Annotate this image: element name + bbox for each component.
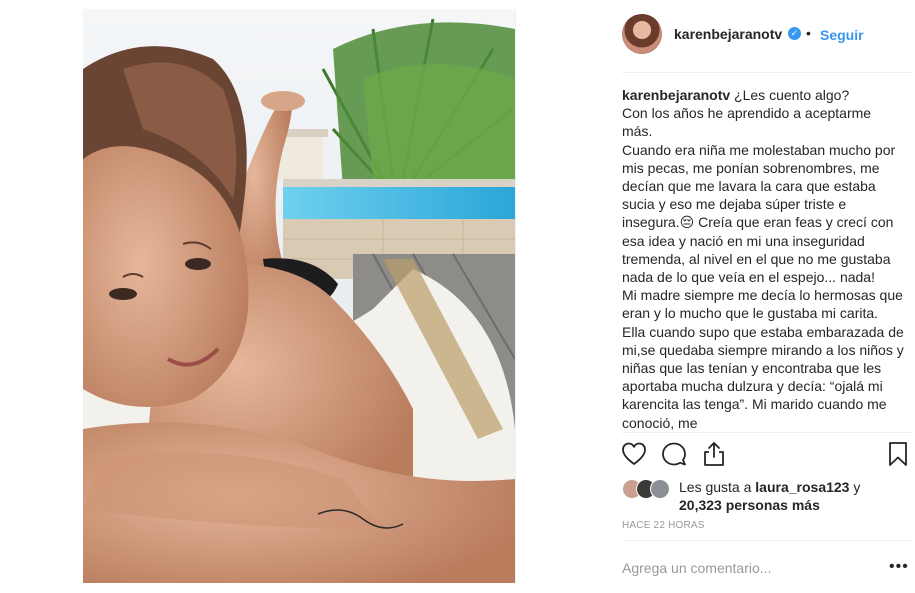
heart-icon[interactable] [620, 440, 648, 468]
likes-text: Les gusta a laura_rosa123 y 20,323 perso… [679, 478, 909, 514]
avatar [650, 479, 670, 499]
header-divider [622, 72, 912, 73]
caption-username-link[interactable]: karenbejaranotv [622, 87, 730, 103]
likes-count-link[interactable]: 20,323 personas más [679, 497, 820, 513]
post-header: karenbejaranotv ✓ • Seguir [622, 14, 912, 56]
avatar[interactable] [622, 14, 662, 54]
caption-paragraph: karenbejaranotv ¿Les cuento algo? Con lo… [622, 86, 904, 431]
follow-button[interactable]: Seguir [820, 27, 864, 43]
username-link[interactable]: karenbejaranotv [674, 26, 782, 42]
caption-text: ¿Les cuento algo? Con los años he aprend… [622, 87, 904, 431]
post-timestamp[interactable]: HACE 22 HORAS [622, 520, 705, 531]
comment-input[interactable]: Agrega un comentario... [622, 560, 771, 576]
caption: karenbejaranotv ¿Les cuento algo? Con lo… [622, 86, 904, 431]
likes-prefix: Les gusta a [679, 479, 756, 495]
more-options-button[interactable]: ••• [889, 558, 909, 576]
action-bar [620, 440, 912, 474]
separator-dot: • [806, 25, 811, 41]
likes-section: Les gusta a laura_rosa123 y 20,323 perso… [622, 477, 912, 517]
caption-divider [622, 432, 912, 433]
comment-icon[interactable] [660, 440, 688, 468]
post-photo-image [83, 9, 515, 583]
post-photo[interactable] [83, 9, 515, 583]
liker-username-link[interactable]: laura_rosa123 [755, 479, 849, 495]
likes-connector: y [849, 479, 861, 495]
share-icon[interactable] [700, 440, 728, 468]
photo-divider [515, 9, 516, 583]
comment-divider [622, 540, 912, 541]
liker-avatars[interactable] [622, 479, 676, 499]
bookmark-icon[interactable] [884, 440, 912, 468]
verified-badge-icon: ✓ [788, 27, 801, 40]
